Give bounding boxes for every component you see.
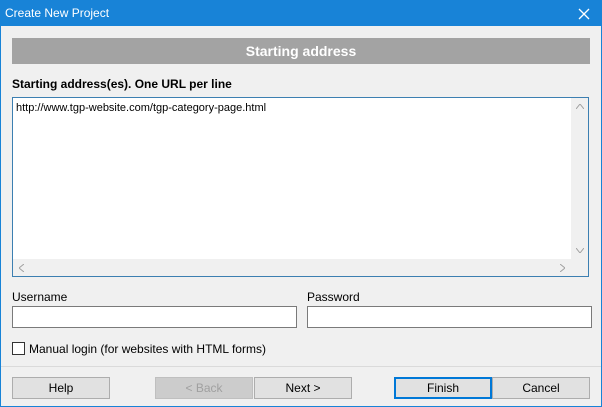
username-input[interactable]	[12, 306, 297, 328]
finish-button[interactable]: Finish	[394, 377, 492, 399]
window-title: Create New Project	[5, 6, 110, 20]
create-project-dialog: Create New Project Starting address Star…	[0, 0, 602, 407]
title-bar: Create New Project	[1, 1, 601, 26]
scroll-corner	[571, 259, 588, 276]
help-button[interactable]: Help	[12, 377, 110, 399]
chevron-left-icon[interactable]	[13, 259, 30, 276]
addresses-textarea[interactable]: http://www.tgp-website.com/tgp-category-…	[12, 97, 589, 277]
vertical-scrollbar[interactable]	[571, 98, 588, 259]
addresses-label: Starting address(es). One URL per line	[12, 77, 232, 91]
back-button[interactable]: < Back	[155, 377, 253, 399]
section-banner: Starting address	[12, 38, 590, 64]
close-icon[interactable]	[567, 1, 601, 26]
password-input[interactable]	[307, 306, 592, 328]
horizontal-scrollbar[interactable]	[13, 259, 571, 276]
next-button[interactable]: Next >	[254, 377, 352, 399]
username-label: Username	[12, 290, 68, 304]
manual-login-checkbox[interactable]	[12, 342, 25, 355]
chevron-down-icon[interactable]	[571, 242, 588, 259]
password-label: Password	[307, 290, 360, 304]
footer-divider	[1, 366, 601, 367]
addresses-value: http://www.tgp-website.com/tgp-category-…	[16, 102, 267, 114]
chevron-up-icon[interactable]	[571, 98, 588, 115]
chevron-right-icon[interactable]	[554, 259, 571, 276]
banner-label: Starting address	[245, 43, 357, 59]
manual-login-label[interactable]: Manual login (for websites with HTML for…	[29, 342, 266, 356]
cancel-button[interactable]: Cancel	[492, 377, 590, 399]
